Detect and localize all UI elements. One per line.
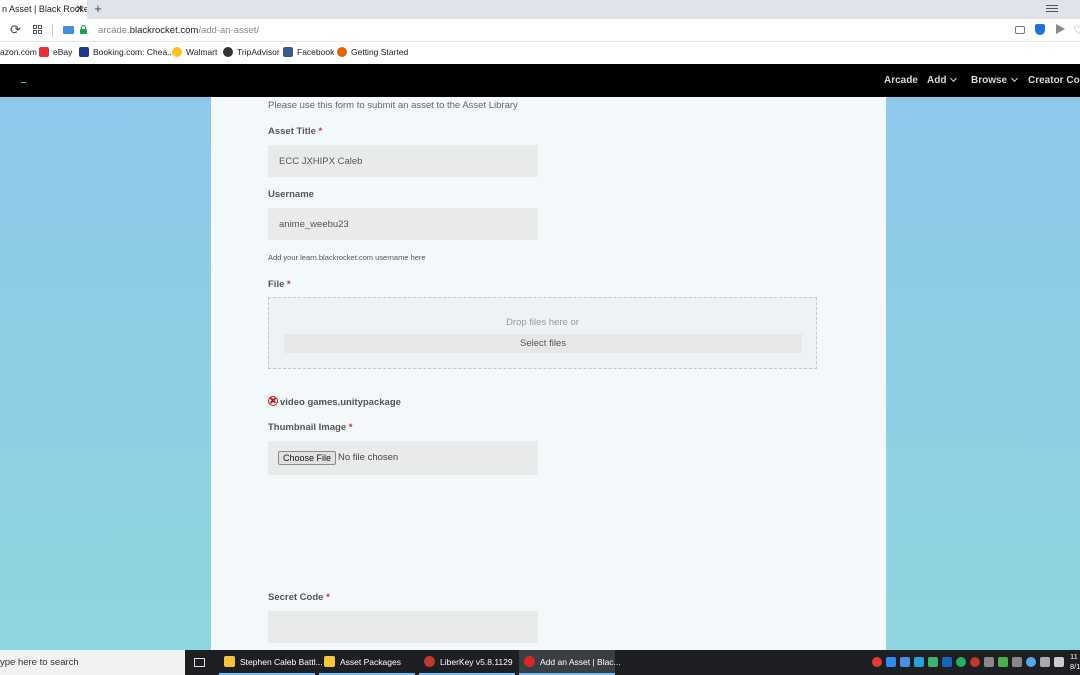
tripadvisor-icon [223, 47, 233, 57]
divider [52, 24, 53, 37]
taskbar-app-asset-packages[interactable]: Asset Packages [319, 650, 415, 675]
new-tab-button[interactable]: + [92, 0, 104, 19]
bookmark-tripadvisor[interactable]: TripAdvisor [223, 43, 280, 63]
tray-app-icon[interactable] [1026, 657, 1036, 667]
booking-icon [79, 47, 89, 57]
heart-icon[interactable]: ♡ [1073, 22, 1080, 38]
taskbar-app-browser[interactable]: Add an Asset | Blac... [519, 650, 621, 675]
walmart-icon [172, 47, 182, 57]
uploaded-file-name: video games.unitypackage [280, 397, 401, 408]
drop-files-text: Drop files here or [506, 317, 579, 328]
nav-browse[interactable]: Browse [971, 64, 1019, 97]
browser-tab-active[interactable]: n Asset | Black Rocke [0, 0, 87, 19]
vpn-badge-icon[interactable] [63, 26, 74, 34]
asset-title-input[interactable] [268, 145, 538, 177]
tab-close-icon[interactable]: ✕ [75, 0, 85, 19]
site-logo[interactable] [21, 82, 26, 83]
tray-app-icon[interactable] [928, 657, 938, 667]
bookmark-facebook[interactable]: Facebook [283, 43, 334, 63]
file-dropzone[interactable]: Drop files here or Select files [268, 297, 817, 369]
clock-time: 11 [1070, 652, 1078, 661]
bookmark-walmart[interactable]: Walmart [172, 43, 217, 63]
speed-dial-icon[interactable] [33, 25, 42, 34]
tray-app-icon[interactable] [914, 657, 924, 667]
lock-icon[interactable] [80, 25, 87, 34]
taskbar-clock[interactable]: 11 8/1 [1070, 652, 1080, 672]
nav-creator-corp[interactable]: Creator Corp [1028, 64, 1080, 97]
form-panel [211, 97, 886, 650]
uploaded-file: video games.unitypackage [268, 396, 401, 408]
volume-icon[interactable] [1054, 657, 1064, 667]
taskbar-app-stephen-caleb[interactable]: Stephen Caleb Battl... [219, 650, 323, 675]
thumbnail-label: Thumbnail Image * [268, 422, 353, 433]
url-subdomain: arcade. [98, 25, 130, 36]
tray-app-icon[interactable] [984, 657, 994, 667]
no-file-chosen-text: No file chosen [338, 452, 399, 463]
secret-code-label: Secret Code * [268, 592, 330, 603]
nav-add[interactable]: Add [927, 64, 958, 97]
bookmarks-bar: azon.com eBay Booking.com: Chea... Walma… [0, 43, 1080, 63]
tray-app-icon[interactable] [886, 657, 896, 667]
address-bar: ⟳ arcade.blackrocket.com/add-an-asset/ ♡ [0, 19, 1080, 42]
asset-title-label: Asset Title * [268, 126, 323, 137]
choose-file-button[interactable]: Choose File [278, 451, 337, 465]
tray-app-icon[interactable] [872, 657, 882, 667]
taskbar-search-input[interactable]: ype here to search [0, 650, 185, 675]
username-label: Username [268, 189, 314, 200]
clock-date: 8/1 [1070, 662, 1080, 671]
bookmark-ebay[interactable]: eBay [39, 43, 72, 63]
folder-icon [224, 656, 235, 667]
flow-send-icon[interactable] [1056, 24, 1065, 34]
tray-app-icon[interactable] [900, 657, 910, 667]
windows-taskbar: ype here to search Stephen Caleb Battl..… [0, 650, 1080, 675]
site-navbar: Arcade Add Browse Creator Corp [0, 64, 1080, 97]
opera-icon [524, 656, 535, 667]
snapshot-icon[interactable] [1015, 26, 1025, 34]
tab-menu-icon[interactable] [1046, 3, 1058, 15]
tray-app-icon[interactable] [942, 657, 952, 667]
firefox-icon [337, 47, 347, 57]
ebay-icon [39, 47, 49, 57]
liberkey-icon [424, 656, 435, 667]
file-label: File * [268, 279, 291, 290]
taskbar-app-liberkey[interactable]: LiberKey v5.8.1129 [419, 650, 515, 675]
url-input[interactable]: arcade.blackrocket.com/add-an-asset/ [98, 19, 259, 42]
bookmark-amazon[interactable]: azon.com [0, 43, 37, 63]
thumbnail-file-input: Choose File No file chosen [268, 441, 538, 475]
select-files-button[interactable]: Select files [284, 334, 802, 353]
secret-code-input[interactable] [268, 611, 538, 643]
bookmark-booking[interactable]: Booking.com: Chea... [79, 43, 174, 63]
form-intro: Please use this form to submit an asset … [268, 100, 518, 111]
username-input[interactable] [268, 208, 538, 240]
username-hint: Add your learn.blackrocket.com username … [268, 253, 426, 262]
tray-app-icon[interactable] [970, 657, 980, 667]
remove-file-icon[interactable] [268, 396, 278, 406]
reload-icon[interactable]: ⟳ [10, 22, 24, 38]
browser-tab-strip: n Asset | Black Rocke ✕ + [0, 0, 1080, 19]
folder-icon [324, 656, 335, 667]
task-view-icon[interactable] [194, 658, 205, 667]
chevron-down-icon [950, 74, 958, 83]
tray-app-icon[interactable] [998, 657, 1008, 667]
tray-app-icon[interactable] [956, 657, 966, 667]
url-path: /add-an-asset/ [198, 25, 260, 36]
chevron-down-icon [1011, 74, 1019, 83]
url-host: blackrocket.com [129, 25, 199, 36]
system-tray [872, 657, 1068, 669]
display-icon[interactable] [1040, 657, 1050, 667]
network-icon[interactable] [1012, 657, 1022, 667]
nav-arcade[interactable]: Arcade [884, 64, 918, 97]
bookmark-getting-started[interactable]: Getting Started [337, 43, 408, 63]
adblock-shield-icon[interactable] [1035, 24, 1045, 35]
facebook-icon [283, 47, 293, 57]
